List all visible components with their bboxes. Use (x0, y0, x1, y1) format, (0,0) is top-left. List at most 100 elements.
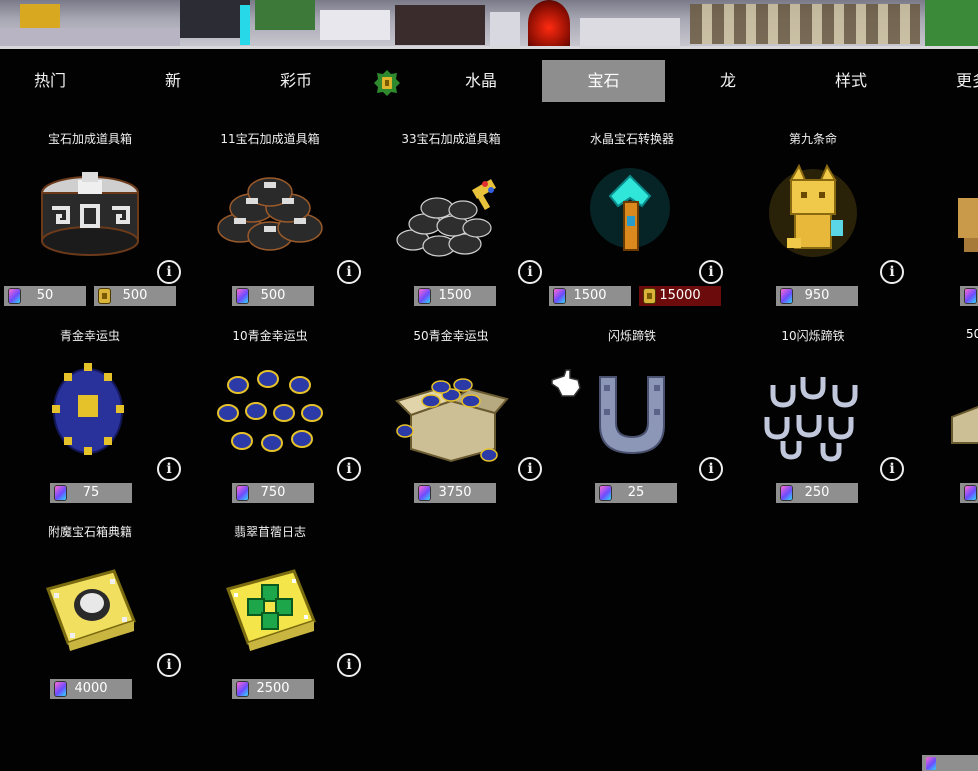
shop-item-lapis-scarab[interactable]: 青金幸运虫 i 75 (0, 317, 181, 513)
price-gem: 25 (595, 483, 677, 503)
enchanted-tome-gold-image (46, 569, 136, 651)
price-gem: 50 (4, 286, 86, 306)
badge-icon (374, 70, 400, 96)
item-title: 闪烁蹄铁 (607, 329, 656, 343)
item-title: 翡翠苜蓿日志 (233, 525, 306, 539)
price-value: 750 (260, 485, 286, 500)
item-title: 第九条命 (788, 132, 837, 146)
partial-item-image (951, 405, 978, 444)
tab-new[interactable]: 新 (133, 60, 213, 102)
shop-item-enchanted-gem-tome[interactable]: 附魔宝石箱典籍 i 4000 (0, 513, 181, 709)
tab-style[interactable]: 样式 (811, 60, 891, 102)
gem-booster-box-image (41, 172, 139, 256)
partial-price-chip (922, 755, 978, 771)
price-gem: 4000 (50, 679, 132, 699)
info-button[interactable]: i (337, 260, 361, 284)
item-title: 10青金幸运虫 (232, 329, 308, 343)
tab-coins[interactable]: 彩币 (256, 60, 336, 102)
info-button[interactable]: i (699, 260, 723, 284)
price-gem (960, 483, 978, 503)
price-value: 50 (36, 288, 54, 303)
info-button[interactable]: i (699, 457, 723, 481)
price-value: 500 (260, 288, 286, 303)
price-value: 950 (804, 288, 830, 303)
info-button[interactable]: i (880, 457, 904, 481)
info-button[interactable]: i (518, 457, 542, 481)
shop-item-lapis-scarab-10[interactable]: 10青金幸运虫 i 750 (180, 317, 361, 513)
price-gem: 250 (776, 483, 858, 503)
item-title: 33宝石加成道具箱 (401, 132, 501, 146)
shop-item-gem-booster-box-33[interactable]: 33宝石加成道具箱 i 1500 (361, 120, 542, 316)
shop-item-partial-right[interactable] (946, 120, 978, 316)
game-scene-banner (0, 0, 978, 47)
price-gem: 750 (232, 483, 314, 503)
info-button[interactable]: i (337, 457, 361, 481)
gem-booster-box-pile-image (217, 177, 323, 251)
golden-cat-image (769, 163, 857, 257)
info-button[interactable]: i (518, 260, 542, 284)
emerald-clover-journal-image (226, 569, 316, 651)
info-button[interactable]: i (337, 653, 361, 677)
price-value: 500 (122, 288, 148, 303)
price-value: 25 (627, 485, 645, 500)
shop-item-emerald-clover-journal[interactable]: 翡翠苜蓿日志 i 2500 (180, 513, 361, 709)
shop-item-crystal-gem-converter[interactable]: 水晶宝石转换器 i 1500 15000 (542, 120, 723, 316)
shop-item-partial-right-2[interactable]: 50 (946, 317, 978, 513)
item-title: 10闪烁蹄铁 (781, 329, 845, 343)
shop-item-gem-booster-box-11[interactable]: 11宝石加成道具箱 i 500 (180, 120, 361, 316)
price-value: 3750 (438, 485, 472, 500)
gem-icon (965, 486, 976, 500)
item-title: 附魔宝石箱典籍 (47, 525, 132, 539)
tab-crystal[interactable]: 水晶 (441, 60, 521, 102)
price-gem: 3750 (414, 483, 496, 503)
price-value: 75 (82, 485, 100, 500)
category-tabs: 热门 新 彩币 水晶 宝石 龙 样式 更多 (0, 57, 978, 105)
price-value: 250 (804, 485, 830, 500)
partial-item-image (958, 198, 978, 252)
horseshoe-image (599, 376, 665, 455)
price-gem: 950 (776, 286, 858, 306)
shop-item-horseshoe[interactable]: 闪烁蹄铁 i 25 (542, 317, 723, 513)
price-value: 1500 (573, 288, 607, 303)
item-title: 宝石加成道具箱 (47, 132, 132, 146)
info-button[interactable]: i (157, 260, 181, 284)
info-button[interactable]: i (157, 457, 181, 481)
item-title: 50青金幸运虫 (413, 329, 489, 343)
crystal-gem-converter-image (590, 168, 670, 251)
price-gem: 1500 (549, 286, 631, 306)
banner-divider (0, 46, 978, 49)
price-value: 4000 (74, 681, 108, 696)
price-gem: 500 (232, 286, 314, 306)
gem-icon (926, 757, 936, 770)
info-button[interactable]: i (880, 260, 904, 284)
price-value: 1500 (438, 288, 472, 303)
price-coin: 500 (94, 286, 176, 306)
pointer-hand-icon (551, 369, 581, 397)
item-title: 50 (966, 327, 978, 341)
price-gem: 1500 (414, 286, 496, 306)
shop-item-horseshoe-10[interactable]: 10闪烁蹄铁 i 250 (723, 317, 904, 513)
info-button[interactable]: i (157, 653, 181, 677)
tab-more[interactable]: 更多 (940, 60, 978, 102)
gem-booster-box-heap-image (396, 179, 497, 257)
price-coin: 15000 (639, 286, 721, 306)
shop-item-gem-booster-box[interactable]: 宝石加成道具箱 i 50 500 (0, 120, 181, 316)
tab-dragon[interactable]: 龙 (688, 60, 768, 102)
horseshoe-pile-image (764, 377, 858, 462)
shop-item-ninth-life[interactable]: 第九条命 i 950 (723, 120, 904, 316)
item-title: 青金幸运虫 (59, 329, 120, 343)
item-title: 水晶宝石转换器 (589, 132, 674, 146)
tab-hot[interactable]: 热门 (10, 60, 90, 102)
lapis-scarab-pile-image (217, 370, 323, 452)
tab-gems[interactable]: 宝石 (542, 60, 665, 102)
item-title: 11宝石加成道具箱 (220, 132, 320, 146)
shop-item-lapis-scarab-50[interactable]: 50青金幸运虫 i 3750 (361, 317, 542, 513)
price-value: 2500 (256, 681, 290, 696)
price-gem (960, 286, 978, 306)
price-value: 15000 (659, 288, 701, 303)
lapis-scarab-image (52, 363, 124, 455)
gem-icon (965, 289, 976, 303)
price-gem: 2500 (232, 679, 314, 699)
price-gem: 75 (50, 483, 132, 503)
lapis-scarab-box-image (395, 378, 509, 463)
